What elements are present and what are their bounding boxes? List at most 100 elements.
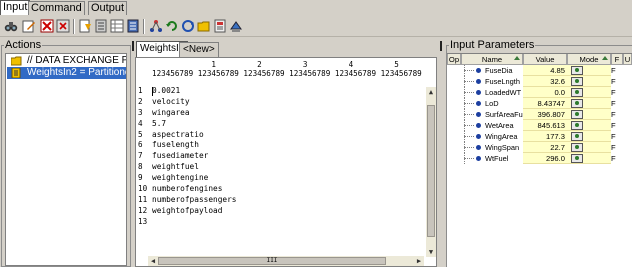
- parameter-value[interactable]: 0.0: [523, 87, 567, 98]
- mode-toggle-icon[interactable]: [571, 132, 583, 141]
- mode-toggle-icon[interactable]: [571, 99, 583, 108]
- parameter-row[interactable]: WtFuel 296.0 F: [447, 153, 632, 164]
- parameters-header-row: Op Name Value Mode F U: [447, 54, 632, 65]
- parameter-bullet-icon: [476, 134, 481, 139]
- column-header-mode[interactable]: Mode: [567, 54, 611, 65]
- scroll-up-icon[interactable]: ▲: [426, 87, 436, 97]
- input-parameters-title: Input Parameters: [449, 39, 536, 51]
- right-splitter[interactable]: [439, 37, 443, 267]
- actions-list[interactable]: // DATA EXCHANGE PROG WeightsIn2 = Parti…: [5, 53, 127, 266]
- code-line[interactable]: velocity: [152, 97, 422, 108]
- parameter-value[interactable]: 396.807: [523, 109, 567, 120]
- refresh-icon[interactable]: [165, 19, 179, 33]
- parameter-value[interactable]: 8.43747: [523, 98, 567, 109]
- parameter-row[interactable]: WetArea 845.613 F: [447, 120, 632, 131]
- new-doc-icon[interactable]: [78, 19, 92, 33]
- parameter-bullet-icon: [476, 156, 481, 161]
- parameter-mode[interactable]: [567, 87, 611, 98]
- code-line[interactable]: fuselength: [152, 140, 422, 151]
- code-line[interactable]: numberofengines: [152, 184, 422, 195]
- grid-icon[interactable]: [126, 19, 140, 33]
- parameter-value[interactable]: 4.85: [523, 65, 567, 76]
- scroll-down-icon[interactable]: ▼: [426, 247, 436, 257]
- tab-command[interactable]: Command: [28, 1, 85, 15]
- vertical-scroll-thumb[interactable]: [427, 105, 435, 237]
- column-header-op[interactable]: Op: [447, 54, 461, 65]
- parameter-mode[interactable]: [567, 120, 611, 131]
- column-header-flag[interactable]: F: [611, 54, 623, 65]
- parameter-value[interactable]: 177.3: [523, 131, 567, 142]
- parameter-mode[interactable]: [567, 76, 611, 87]
- table-icon[interactable]: [110, 19, 124, 33]
- tab-output[interactable]: Output: [88, 1, 128, 15]
- sort-asc-icon: [602, 56, 608, 60]
- parameter-value[interactable]: 22.7: [523, 142, 567, 153]
- binoculars-icon[interactable]: [4, 19, 18, 33]
- column-header-unit[interactable]: U: [623, 54, 632, 65]
- parameter-row[interactable]: FuseLngth 32.6 F: [447, 76, 632, 87]
- parameter-row[interactable]: SurfAreaFus 396.807 F: [447, 109, 632, 120]
- sync-icon[interactable]: [181, 19, 195, 33]
- list-icon[interactable]: [94, 19, 108, 33]
- tab-input[interactable]: Input: [0, 0, 31, 15]
- code-line[interactable]: 5.7: [152, 119, 422, 130]
- code-line[interactable]: fusediameter: [152, 151, 422, 162]
- tree-icon[interactable]: [149, 19, 163, 33]
- parameter-mode[interactable]: [567, 109, 611, 120]
- parameter-row[interactable]: WingSpan 22.7 F: [447, 142, 632, 153]
- parameter-value[interactable]: 32.6: [523, 76, 567, 87]
- parameter-mode[interactable]: [567, 65, 611, 76]
- action-item-weightsin2[interactable]: WeightsIn2 = Partitioner / T: [7, 67, 126, 79]
- code-lines[interactable]: 0.0021 velocity wingarea 5.7 aspectratio fuse…: [152, 86, 422, 228]
- folder-icon[interactable]: [197, 19, 211, 33]
- editor-horizontal-scrollbar[interactable]: ◀ III ▶: [148, 256, 424, 266]
- horizontal-scroll-thumb[interactable]: III: [158, 257, 386, 265]
- folder-icon: [10, 56, 22, 66]
- code-line[interactable]: weightofpayload: [152, 206, 422, 217]
- parameter-row[interactable]: FuseDia 4.85 F: [447, 65, 632, 76]
- code-line[interactable]: 0.0021: [152, 86, 422, 97]
- text-caret: [152, 87, 153, 96]
- scroll-right-icon[interactable]: ▶: [414, 256, 424, 266]
- code-line[interactable]: weightengine: [152, 173, 422, 184]
- mode-toggle-icon[interactable]: [571, 77, 583, 86]
- delete-icon[interactable]: [56, 19, 70, 33]
- parameter-row[interactable]: LoD 8.43747 F: [447, 98, 632, 109]
- code-line[interactable]: weightfuel: [152, 162, 422, 173]
- edit-icon[interactable]: [22, 19, 36, 33]
- editor-vertical-scrollbar[interactable]: ▲ ▼: [426, 87, 436, 257]
- mode-toggle-icon[interactable]: [571, 121, 583, 130]
- column-header-name[interactable]: Name: [461, 54, 523, 65]
- parameter-mode[interactable]: [567, 142, 611, 153]
- editor-tab-new[interactable]: <New>: [179, 42, 219, 57]
- delete-red-icon[interactable]: [40, 19, 54, 33]
- parameter-mode[interactable]: [567, 98, 611, 109]
- parameter-value[interactable]: 845.613: [523, 120, 567, 131]
- calc-icon[interactable]: [213, 19, 227, 33]
- parameter-mode[interactable]: [567, 153, 611, 164]
- code-line[interactable]: wingarea: [152, 108, 422, 119]
- scroll-left-icon[interactable]: ◀: [148, 256, 158, 266]
- parameter-mode[interactable]: [567, 131, 611, 142]
- line-number: 8: [138, 162, 143, 172]
- code-line[interactable]: aspectratio: [152, 130, 422, 141]
- parameter-value[interactable]: 296.0: [523, 153, 567, 164]
- mode-toggle-icon[interactable]: [571, 154, 583, 163]
- mode-toggle-icon[interactable]: [571, 143, 583, 152]
- tree-connector: WingSpan: [461, 142, 523, 153]
- doc-icon: [11, 67, 22, 79]
- mode-toggle-icon[interactable]: [571, 88, 583, 97]
- action-item-data-exchange[interactable]: // DATA EXCHANGE PROG: [7, 55, 126, 67]
- code-editor[interactable]: 1 2 3 4 5 123456789 123456789 123456789 …: [135, 57, 437, 267]
- code-line[interactable]: numberofpassengers: [152, 195, 422, 206]
- line-number: 1: [138, 86, 143, 95]
- settings-icon[interactable]: [229, 19, 243, 33]
- mode-toggle-icon[interactable]: [571, 110, 583, 119]
- mode-toggle-icon[interactable]: [571, 66, 583, 75]
- code-line[interactable]: [152, 217, 422, 228]
- parameter-row[interactable]: WingArea 177.3 F: [447, 131, 632, 142]
- parameter-flag: F: [611, 132, 616, 141]
- column-header-value[interactable]: Value: [523, 54, 567, 65]
- input-parameters-panel: Input Parameters Op Name Value Mode F U …: [446, 39, 632, 267]
- parameter-row[interactable]: LoadedWT 0.0 F: [447, 87, 632, 98]
